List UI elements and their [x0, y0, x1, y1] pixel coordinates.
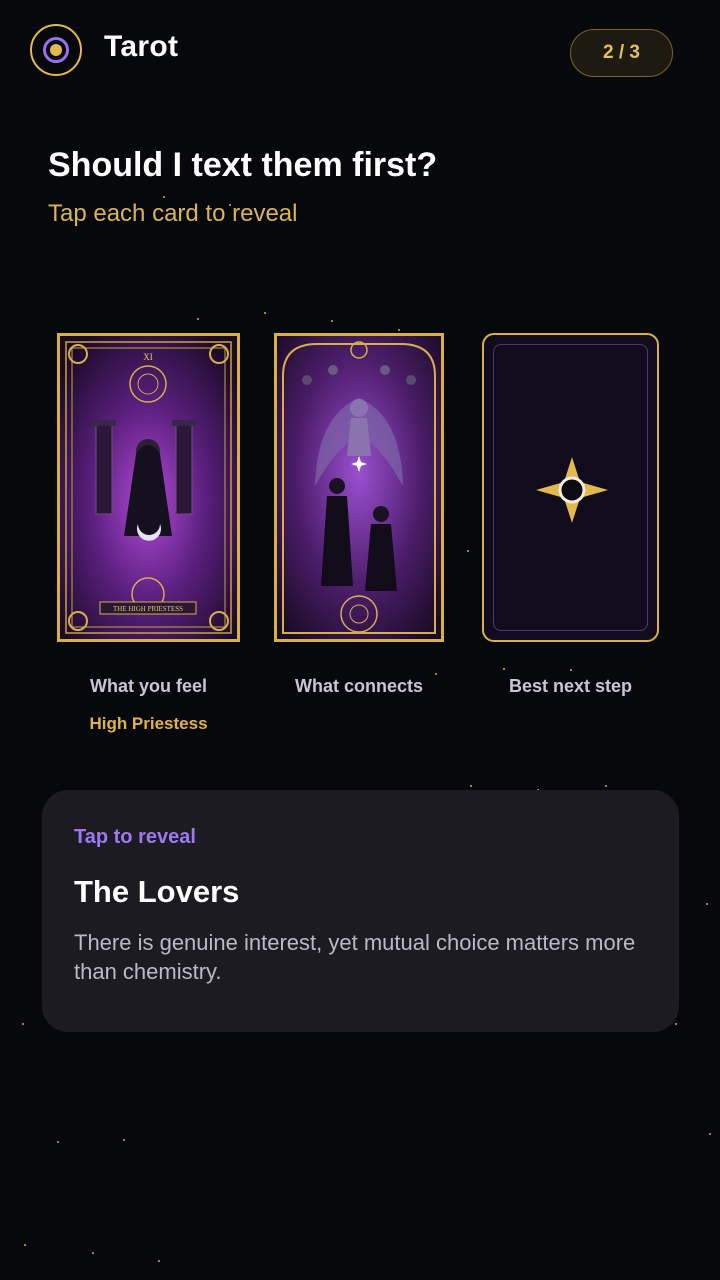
reveal-panel[interactable]: Tap to reveal The Lovers There is genuin…	[42, 790, 679, 1032]
card-what-you-feel[interactable]: XI THE HIGH PRIESTESS	[57, 333, 240, 642]
revealed-card-meaning: There is genuine interest, yet mutual ch…	[74, 930, 636, 984]
star	[706, 903, 708, 905]
card-position-label: What you feel	[89, 676, 207, 696]
star	[57, 1141, 59, 1143]
star	[24, 1244, 26, 1246]
reveal-hint: Tap to reveal	[74, 826, 196, 848]
star	[470, 785, 472, 787]
star	[197, 318, 199, 320]
star	[158, 1260, 160, 1262]
card-banner: THE HIGH PRIESTESS	[113, 605, 183, 613]
star	[467, 550, 469, 552]
star	[398, 329, 400, 331]
star	[709, 1133, 711, 1135]
card-position-label: What connects	[294, 676, 423, 696]
card-numeral: XI	[143, 352, 153, 362]
compass-star-icon	[536, 457, 608, 523]
star	[570, 669, 572, 671]
star	[503, 668, 505, 670]
card-best-next-step[interactable]	[482, 333, 659, 642]
star	[264, 312, 266, 314]
card-position-label: Best next step	[508, 676, 633, 696]
high-priestess-card-art: XI THE HIGH PRIESTESS	[60, 336, 237, 639]
star	[92, 1252, 94, 1254]
reading-question: Should I text them first?	[48, 146, 438, 184]
star	[435, 673, 437, 675]
star	[123, 1139, 125, 1141]
tarot-logo-icon	[30, 24, 82, 76]
progress-badge: 2 / 3	[570, 29, 673, 77]
app-title: Tarot	[104, 30, 179, 63]
card-what-connects[interactable]	[274, 333, 444, 642]
card-name-label: High Priestess	[89, 714, 208, 733]
lovers-card-art	[277, 336, 441, 639]
revealed-card-title: The Lovers	[74, 874, 240, 909]
star	[331, 320, 333, 322]
reading-instruction: Tap each card to reveal	[48, 200, 298, 227]
star	[163, 196, 165, 198]
star	[22, 1023, 24, 1025]
star	[605, 785, 607, 787]
star	[675, 1023, 677, 1025]
app-header: Tarot 2 / 3	[30, 24, 673, 84]
